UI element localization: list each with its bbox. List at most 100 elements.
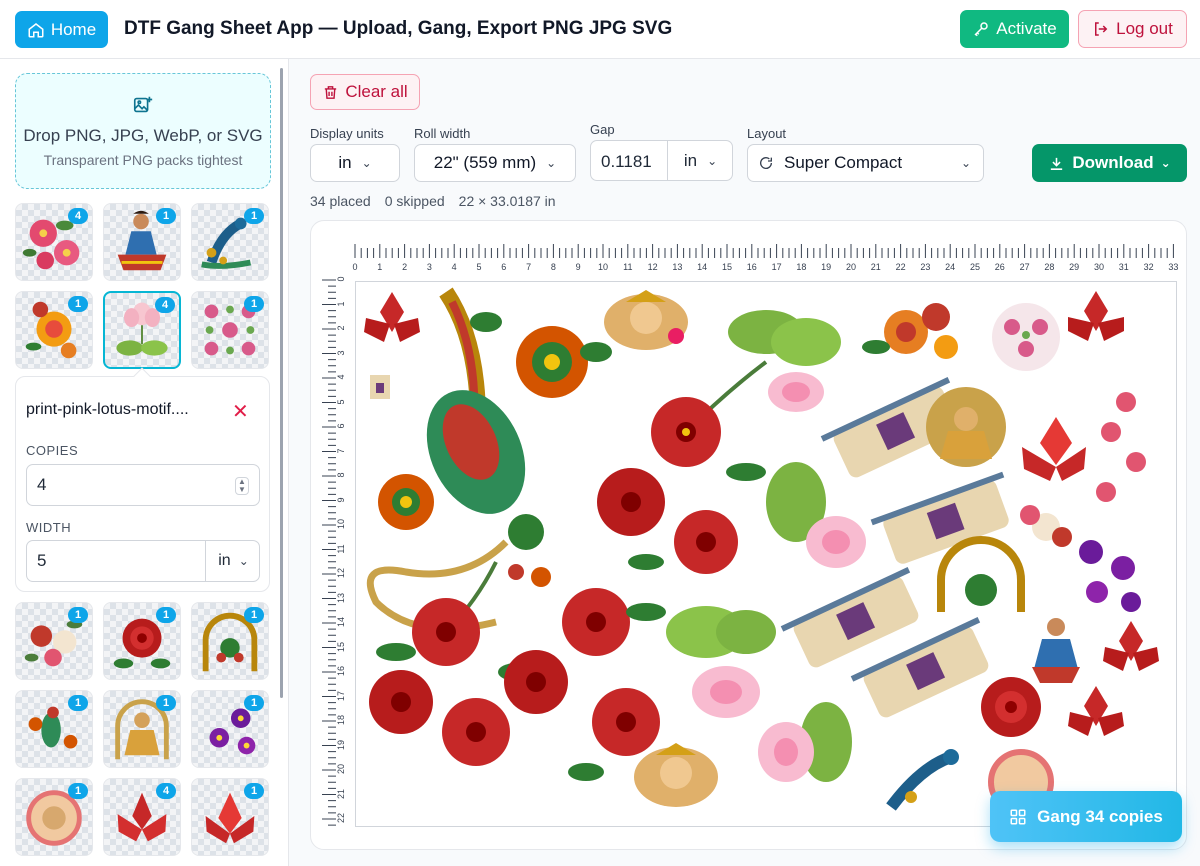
key-icon: [974, 22, 988, 37]
ruler-tick-label: 5: [476, 262, 482, 272]
placed-crimson-lotus: [1022, 417, 1086, 481]
ruler-tick-label: 19: [336, 739, 346, 750]
download-label: Download: [1072, 153, 1154, 172]
ruler-tick-label: 15: [336, 641, 346, 652]
ruler-tick-label: 20: [336, 764, 346, 775]
ruler-tick-label: 13: [336, 592, 346, 603]
ruler-tick-label: 12: [647, 262, 658, 272]
ruler-tick-label: 26: [994, 262, 1005, 272]
download-icon: [1051, 157, 1063, 170]
ruler-tick-label: 8: [550, 262, 556, 272]
ruler-tick-label: 3: [336, 350, 346, 356]
display-units-label: Display units: [310, 126, 384, 141]
copies-badge: 1: [244, 783, 264, 799]
remove-item-close-icon[interactable]: ✕: [232, 399, 249, 424]
layout-label: Layout: [747, 126, 787, 141]
ruler-tick-label: 23: [920, 262, 931, 272]
selected-filename: print-pink-lotus-motif....: [26, 401, 189, 418]
thumb-lakshmi-goddess[interactable]: 1: [103, 690, 181, 768]
width-unit-value: in: [218, 552, 231, 569]
thumb-floral-pattern[interactable]: 1: [191, 291, 269, 369]
copies-badge: 1: [244, 695, 264, 711]
ruler-tick-label: 16: [746, 262, 757, 272]
placed-small-pavilion: [370, 375, 390, 399]
ruler-tick-label: 14: [697, 262, 708, 272]
gap-input[interactable]: 0.1181: [601, 152, 652, 172]
gang-copies-button[interactable]: Gang 34 copies: [990, 791, 1182, 842]
ruler-tick-label: 32: [1143, 262, 1154, 272]
sheet-size: 22 × 33.0187 in: [458, 193, 556, 209]
copies-stepper-icon[interactable]: ▲ ▼: [235, 477, 249, 495]
copies-input[interactable]: 4 ▲ ▼: [26, 464, 260, 506]
layout-value: Super Compact: [784, 153, 903, 172]
ruler-tick-label: 18: [796, 262, 807, 272]
placed-ganesha: [604, 290, 688, 350]
thumb-krishna-medallion[interactable]: 1: [15, 778, 93, 856]
ruler-tick-label: 0: [336, 276, 346, 282]
ruler-tick-label: 8: [336, 472, 346, 478]
copies-badge: 1: [68, 695, 88, 711]
copies-badge: 1: [68, 296, 88, 312]
thumb-rose-bouquet[interactable]: 1: [15, 602, 93, 680]
clear-all-label: Clear all: [345, 82, 408, 101]
ruler-tick-label: 0: [352, 262, 358, 272]
copies-badge: 1: [156, 208, 176, 224]
clear-all-button[interactable]: Clear all: [310, 74, 420, 110]
ruler-tick-label: 5: [336, 399, 346, 405]
placed-pink-lotus-c: [666, 606, 776, 718]
placed-lakshmi: [926, 387, 1006, 467]
chevron-down-icon: ⌄: [546, 156, 557, 170]
ruler-tick-label: 28: [1044, 262, 1055, 272]
copies-badge: 1: [156, 695, 176, 711]
thumb-parrot-vine[interactable]: 1: [15, 690, 93, 768]
placed-red-lotus-3: [1103, 621, 1159, 671]
top-bar: Home DTF Gang Sheet App — Upload, Gang, …: [0, 0, 1200, 59]
logout-button[interactable]: Log out: [1078, 10, 1187, 48]
copies-badge: 1: [156, 607, 176, 623]
gap-unit-value: in: [683, 150, 698, 170]
width-input[interactable]: 5 in ⌄: [26, 540, 260, 582]
app-title: DTF Gang Sheet App — Upload, Gang, Expor…: [124, 18, 673, 39]
copies-badge: 1: [68, 783, 88, 799]
copies-label: COPIES: [26, 443, 79, 458]
thumb-peacock[interactable]: 1: [191, 203, 269, 281]
ruler-tick-label: 13: [672, 262, 683, 272]
ruler-tick-label: 7: [526, 262, 532, 272]
ruler-tick-label: 4: [451, 262, 457, 272]
placed-floral-pattern: [992, 303, 1060, 371]
thumb-purple-pansies[interactable]: 1: [191, 690, 269, 768]
thumb-pink-lotus-motif[interactable]: 4: [103, 291, 181, 369]
upload-dropzone[interactable]: Drop PNG, JPG, WebP, or SVG Transparent …: [15, 73, 271, 189]
ruler-tick-label: 30: [1093, 262, 1104, 272]
ruler-tick-label: 29: [1069, 262, 1080, 272]
placement-stats: 34 placed 0 skipped 22 × 33.0187 in: [310, 193, 556, 209]
thumb-peacock-arch[interactable]: 1: [191, 602, 269, 680]
thumb-orange-marigold[interactable]: 1: [15, 291, 93, 369]
placed-pink-lotus-d: [758, 702, 852, 782]
display-units-select[interactable]: in ⌄: [310, 144, 400, 182]
ruler-tick-label: 25: [969, 262, 980, 272]
thumb-dancing-lady[interactable]: 1: [103, 203, 181, 281]
placed-pink-lotus-a: [728, 310, 841, 412]
chevron-down-icon: ⌄: [707, 153, 718, 168]
thumb-pink-hibiscus[interactable]: 4: [15, 203, 93, 281]
thumb-red-rose[interactable]: 1: [103, 602, 181, 680]
placed-parrot: [366, 287, 612, 633]
ruler-tick-label: 24: [945, 262, 956, 272]
ruler-tick-label: 2: [336, 325, 346, 331]
layout-select[interactable]: Super Compact ⌄: [747, 144, 984, 182]
ruler-tick-label: 10: [597, 262, 608, 272]
placed-peacock-arch: [937, 536, 1025, 612]
gap-unit-select[interactable]: in ⌄: [667, 141, 733, 180]
width-unit-select[interactable]: in ⌄: [205, 541, 261, 581]
home-button[interactable]: Home: [15, 11, 108, 48]
thumb-crimson-lotus[interactable]: 1: [191, 778, 269, 856]
activate-button[interactable]: Activate: [960, 10, 1069, 48]
ruler-tick-label: 4: [336, 374, 346, 380]
roll-width-select[interactable]: 22" (559 mm) ⌄: [414, 144, 576, 182]
placed-ganesha-2: [634, 743, 718, 807]
download-button[interactable]: Download ⌄: [1032, 144, 1187, 182]
dropzone-subtitle: Transparent PNG packs tightest: [43, 152, 243, 168]
sidebar-scrollbar[interactable]: [280, 68, 283, 698]
thumb-red-lotus[interactable]: 4: [103, 778, 181, 856]
